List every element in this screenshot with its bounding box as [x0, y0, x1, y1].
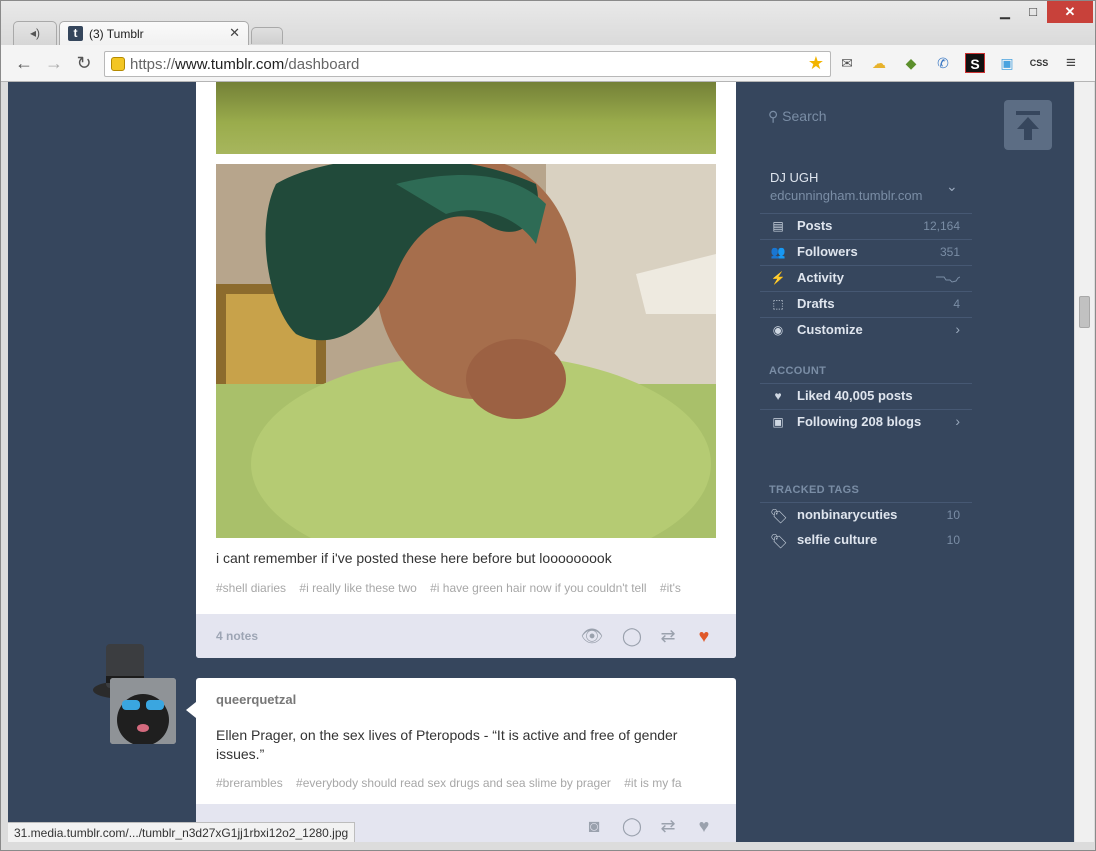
reblog-icon[interactable]: ⇄ [656, 624, 680, 648]
menu-icon[interactable]: ≡ [1061, 53, 1081, 73]
basket-icon[interactable]: ◆ [901, 53, 921, 73]
vertical-scrollbar[interactable] [1074, 82, 1094, 842]
lock-warning-icon [111, 57, 125, 71]
status-bar-url: 31.media.tumblr.com/.../tumblr_n3d27xG1j… [8, 822, 356, 842]
tab-tumblr[interactable]: t (3) Tumblr ✕ [59, 21, 249, 45]
search-input[interactable]: ⚲ Search [768, 108, 827, 125]
forward-button[interactable]: → [43, 52, 65, 74]
photo-post: i cant remember if i've posted these her… [196, 82, 736, 658]
post-tags: #brerambles #everybody should read sex d… [216, 776, 712, 790]
tag-link[interactable]: #brerambles [216, 776, 283, 790]
tumblr-favicon-icon: t [68, 26, 83, 41]
followers-icon: 👥 [770, 245, 786, 259]
blog-nav-list: ▤ Posts 12,164 👥 Followers 351 ⚡ Activit… [760, 213, 972, 343]
tracked-tags-list: 🏷 nonbinarycuties 10 🏷 selfie culture 10 [760, 502, 972, 554]
reblog-icon[interactable]: ⇄ [656, 814, 680, 838]
camera-icon[interactable]: ◙ [582, 814, 606, 838]
bookmark-star-icon[interactable]: ★ [808, 53, 824, 74]
drafts-icon: ⬚ [772, 297, 784, 311]
dog-avatar [110, 678, 176, 744]
sidebar-item-likes[interactable]: ♥ Liked 40,005 posts [760, 383, 972, 409]
weather-icon[interactable]: ☁ [869, 53, 889, 73]
blog-title[interactable]: DJ UGH [770, 170, 818, 185]
search-icon: ⚲ [768, 108, 779, 124]
selfie-photo [216, 164, 716, 538]
back-button[interactable]: ← [13, 52, 35, 74]
tag-link[interactable]: #i really like these two [299, 581, 416, 595]
chat-icon[interactable]: ▣ [997, 53, 1017, 73]
phone-icon[interactable]: ✆ [933, 53, 953, 73]
reply-icon[interactable]: ◯ [620, 814, 644, 838]
post-photo[interactable] [216, 164, 716, 538]
eye-icon[interactable]: 👁 [580, 624, 604, 648]
sidebar-item-followers[interactable]: 👥 Followers 351 [760, 239, 972, 265]
tag-link[interactable]: #everybody should read sex drugs and sea… [296, 776, 611, 790]
close-window-button[interactable]: ✕ [1047, 1, 1093, 23]
post-blog-name[interactable]: queerquetzal [216, 692, 296, 707]
activity-icon: ⚡ [770, 271, 786, 285]
sidebar-item-activity[interactable]: ⚡ Activity [760, 265, 972, 291]
posts-icon: ▤ [772, 219, 784, 233]
tracked-tag-item[interactable]: 🏷 nonbinarycuties 10 [760, 502, 972, 528]
address-bar[interactable]: https://www.tumblr.com/dashboard ★ [104, 51, 831, 77]
text-post: queerquetzal Ellen Prager, on the sex li… [196, 678, 736, 842]
tag-icon: 🏷 [770, 533, 788, 549]
chevron-right-icon: › [955, 413, 960, 429]
new-tab-button[interactable] [251, 27, 283, 44]
heart-icon: ♥ [774, 389, 782, 403]
post-footer: 4 notes 👁 ◯ ⇄ ♥ [196, 614, 736, 658]
reply-icon[interactable]: ◯ [620, 624, 644, 648]
eye-icon: ◉ [772, 323, 784, 337]
notes-count[interactable]: 4 notes [216, 629, 258, 643]
post-caption: Ellen Prager, on the sex lives of Pterop… [216, 727, 678, 762]
following-icon: ▣ [772, 415, 784, 429]
like-heart-icon[interactable]: ♥ [692, 624, 716, 648]
tracked-tags-label: TRACKED TAGS [769, 484, 860, 496]
speaker-icon: ◂) [30, 26, 41, 40]
tag-link[interactable]: #shell diaries [216, 581, 286, 595]
tag-link[interactable]: #it is my fa [624, 776, 681, 790]
chevron-right-icon: › [955, 321, 960, 337]
reload-button[interactable]: ↻ [73, 52, 95, 74]
scroll-to-top-button[interactable] [1004, 100, 1052, 150]
maximize-button[interactable]: □ [1019, 1, 1047, 23]
activity-sparkline [936, 276, 960, 283]
speech-pointer [186, 702, 196, 718]
post-tags: #shell diaries #i really like these two … [216, 581, 712, 595]
arrow-up-icon [1016, 111, 1040, 140]
account-list: ♥ Liked 40,005 posts ▣ Following 208 blo… [760, 383, 972, 435]
minimize-button[interactable]: ▁ [991, 1, 1019, 23]
s-extension-icon[interactable]: S [965, 53, 985, 73]
sidebar-item-posts[interactable]: ▤ Posts 12,164 [760, 213, 972, 239]
css-extension-icon[interactable]: CSS [1029, 53, 1049, 73]
scrollbar-thumb[interactable] [1079, 296, 1090, 328]
title-bar: ◂) t (3) Tumblr ✕ ▁ □ ✕ [1, 1, 1095, 45]
url-text: https://www.tumblr.com/dashboard [130, 56, 360, 73]
chevron-down-icon[interactable]: ⌄ [946, 178, 958, 195]
tab-close-icon[interactable]: ✕ [229, 25, 240, 41]
audio-tab[interactable]: ◂) [13, 21, 57, 45]
avatar[interactable] [110, 678, 176, 744]
tag-link[interactable]: #i have green hair now if you couldn't t… [430, 581, 646, 595]
post-photo[interactable] [216, 82, 716, 154]
tumblr-dashboard: i cant remember if i've posted these her… [8, 82, 1074, 842]
mail-icon[interactable]: ✉ [837, 53, 857, 73]
like-heart-icon[interactable]: ♥ [692, 814, 716, 838]
sidebar-item-drafts[interactable]: ⬚ Drafts 4 [760, 291, 972, 317]
sidebar-item-customize[interactable]: ◉ Customize › [760, 317, 972, 343]
sidebar-item-following[interactable]: ▣ Following 208 blogs › [760, 409, 972, 435]
tag-icon: 🏷 [770, 508, 788, 524]
blog-url[interactable]: edcunningham.tumblr.com [770, 188, 922, 203]
account-section-label: ACCOUNT [769, 365, 827, 377]
tracked-tag-item[interactable]: 🏷 selfie culture 10 [760, 528, 972, 554]
tag-link[interactable]: #it's [660, 581, 681, 595]
browser-toolbar: ← → ↻ https://www.tumblr.com/dashboard ★… [1, 45, 1095, 82]
post-caption: i cant remember if i've posted these her… [216, 550, 612, 566]
tab-title: (3) Tumblr [89, 27, 144, 41]
